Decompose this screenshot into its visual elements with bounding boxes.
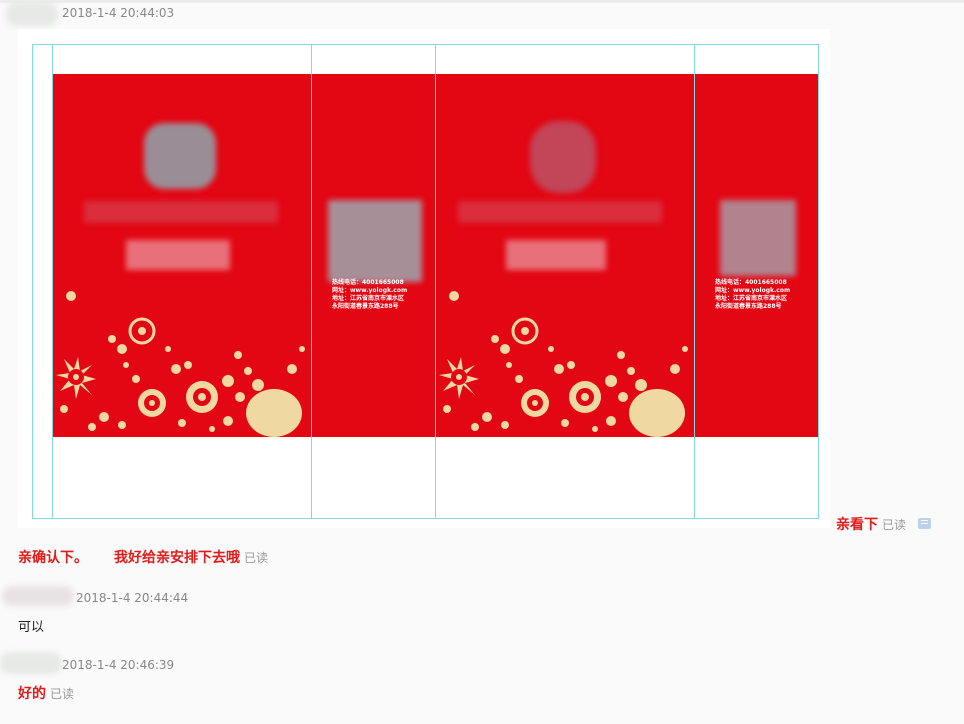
- fold-guide: [435, 44, 436, 519]
- fold-guide: [694, 44, 695, 519]
- chat-message: 可以: [18, 620, 45, 635]
- blurred-side-logo: [720, 200, 796, 276]
- blurred-slogan: [126, 240, 230, 270]
- message-timestamp: 2018-1-4 20:46:39: [62, 658, 175, 672]
- flower-dot: [449, 291, 459, 301]
- fold-guide: [818, 44, 819, 519]
- floral-pattern-right: [439, 317, 688, 437]
- blurred-brand-text: [458, 201, 662, 223]
- blurred-logo: [530, 121, 596, 193]
- message-timestamp: 2018-1-4 20:44:03: [62, 6, 175, 20]
- top-divider: [0, 0, 964, 3]
- sender-avatar-blurred: [2, 586, 74, 606]
- read-receipt-icon: [918, 518, 931, 529]
- fold-guide: [311, 44, 312, 519]
- design-contact-text: 热线电话：4001665008 网址：www.yologk.com 地址：江苏省…: [332, 279, 408, 310]
- packaging-design-image[interactable]: 热线电话：4001665008 网址：www.yologk.com 地址：江苏省…: [18, 29, 830, 528]
- fold-guide: [32, 44, 33, 519]
- floral-pattern-left: [56, 317, 305, 437]
- fold-guide: [52, 44, 53, 519]
- message-timestamp: 2018-1-4 20:44:44: [76, 591, 189, 605]
- read-status: 已读: [50, 687, 75, 701]
- chat-message: 亲确认下。 我好给亲安排下去哦 已读: [18, 550, 269, 566]
- blurred-brand-text: [84, 201, 278, 223]
- blurred-slogan: [506, 240, 606, 270]
- chat-message: 好的 已读: [18, 686, 75, 702]
- read-status: 已读: [244, 551, 269, 565]
- blurred-side-logo: [328, 200, 422, 282]
- read-status: 已读: [882, 518, 907, 532]
- fold-guide: [32, 518, 818, 519]
- blurred-logo: [144, 123, 216, 189]
- sender-avatar-blurred: [6, 2, 58, 26]
- design-contact-text: 热线电话：4001665008 网址：www.yologk.com 地址：江苏省…: [715, 279, 791, 310]
- sender-avatar-blurred: [0, 652, 62, 674]
- fold-guide: [32, 44, 818, 45]
- image-caption: 亲看下 已读: [836, 517, 907, 533]
- flower-dot: [66, 291, 76, 301]
